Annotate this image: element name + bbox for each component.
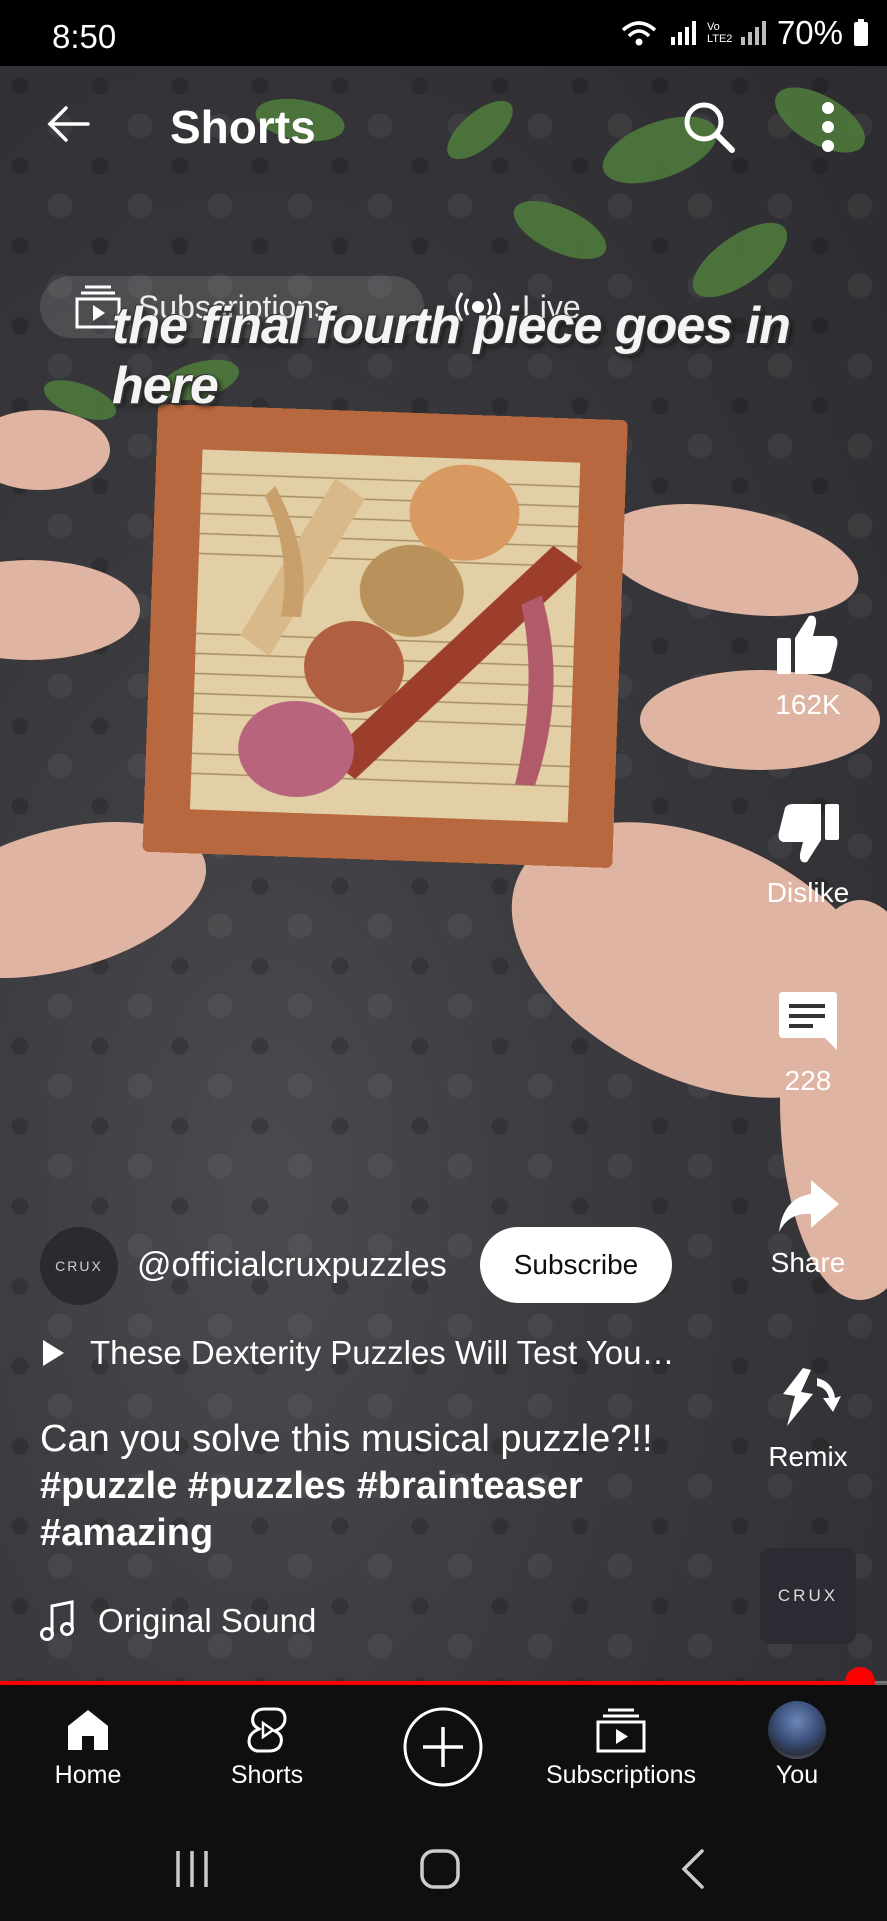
shorts-icon [247,1707,287,1753]
remix-icon [783,1368,841,1426]
battery-percent: 70% [776,14,843,51]
video-description[interactable]: Can you solve this musical puzzle?!! #pu… [40,1416,700,1557]
nav-home-label: Home [54,1761,122,1789]
music-note-icon [40,1600,74,1641]
home-icon [68,1710,108,1750]
nav-home[interactable]: Home [3,1699,173,1790]
comment-icon [779,992,837,1050]
share-icon [779,1180,839,1232]
page-title: Shorts [170,101,316,153]
thumbs-up-icon [777,615,838,674]
channel-avatar[interactable]: CRUX [40,1227,118,1305]
back-arrow-icon[interactable] [44,100,92,148]
home-system-icon[interactable] [418,1847,462,1891]
nav-you[interactable]: You [712,1699,882,1790]
system-navigation-bar [0,1817,887,1921]
comment-count: 228 [784,1065,832,1096]
related-video-link[interactable]: These Dexterity Puzzles Will Test You… [40,1334,674,1372]
status-time: 8:50 [52,18,117,55]
dislike-label: Dislike [766,877,850,908]
related-video-title: These Dexterity Puzzles Will Test You… [90,1334,675,1371]
hashtags-line-2[interactable]: #amazing [40,1510,700,1557]
nav-subscriptions[interactable]: Subscriptions [536,1699,706,1790]
sound-link[interactable]: Original Sound [40,1600,316,1642]
signal-icon [670,21,696,45]
nav-subscriptions-label: Subscriptions [545,1761,697,1789]
create-button[interactable] [358,1685,528,1796]
like-button[interactable]: 162K [748,612,868,721]
share-button[interactable]: Share [748,1176,868,1279]
network-label: Vo LTE2 [706,21,733,45]
share-label: Share [770,1247,846,1278]
remix-button[interactable]: Remix [748,1364,868,1473]
back-system-icon[interactable] [672,1847,716,1891]
dislike-button[interactable]: Dislike [748,800,868,909]
play-icon [43,1340,64,1366]
recent-apps-icon[interactable] [170,1847,214,1891]
nav-shorts-label: Shorts [230,1761,304,1789]
search-icon[interactable] [682,100,736,154]
video-caption: the final fourth piece goes in here [112,297,791,415]
nav-shorts[interactable]: Shorts [182,1699,352,1790]
subscribe-button[interactable]: Subscribe [480,1227,672,1303]
remix-label: Remix [768,1441,848,1472]
status-bar: 8:50 Vo LTE2 70% [0,0,887,66]
like-count: 162K [775,689,841,720]
create-plus-icon [403,1707,483,1787]
hashtags-line-1[interactable]: #puzzle #puzzles #brainteaser [40,1463,700,1510]
thumbs-down-icon [778,804,839,863]
comments-button[interactable]: 228 [748,988,868,1097]
sound-label: Original Sound [98,1602,317,1639]
wifi-icon [621,21,657,46]
bottom-navigation: Home Shorts Subscriptions You [0,1685,887,1817]
more-options-icon[interactable] [814,100,842,154]
nav-you-label: You [775,1761,819,1789]
channel-handle[interactable]: @officialcruxpuzzles [137,1246,447,1285]
signal-icon-2 [740,21,766,45]
description-text: Can you solve this musical puzzle?!! [40,1418,653,1460]
sound-thumbnail[interactable]: CRUX [760,1548,856,1644]
battery-icon [854,19,868,46]
subscriptions-nav-icon [596,1708,646,1753]
status-icons: Vo LTE2 70% [619,14,869,52]
user-avatar [768,1701,826,1759]
